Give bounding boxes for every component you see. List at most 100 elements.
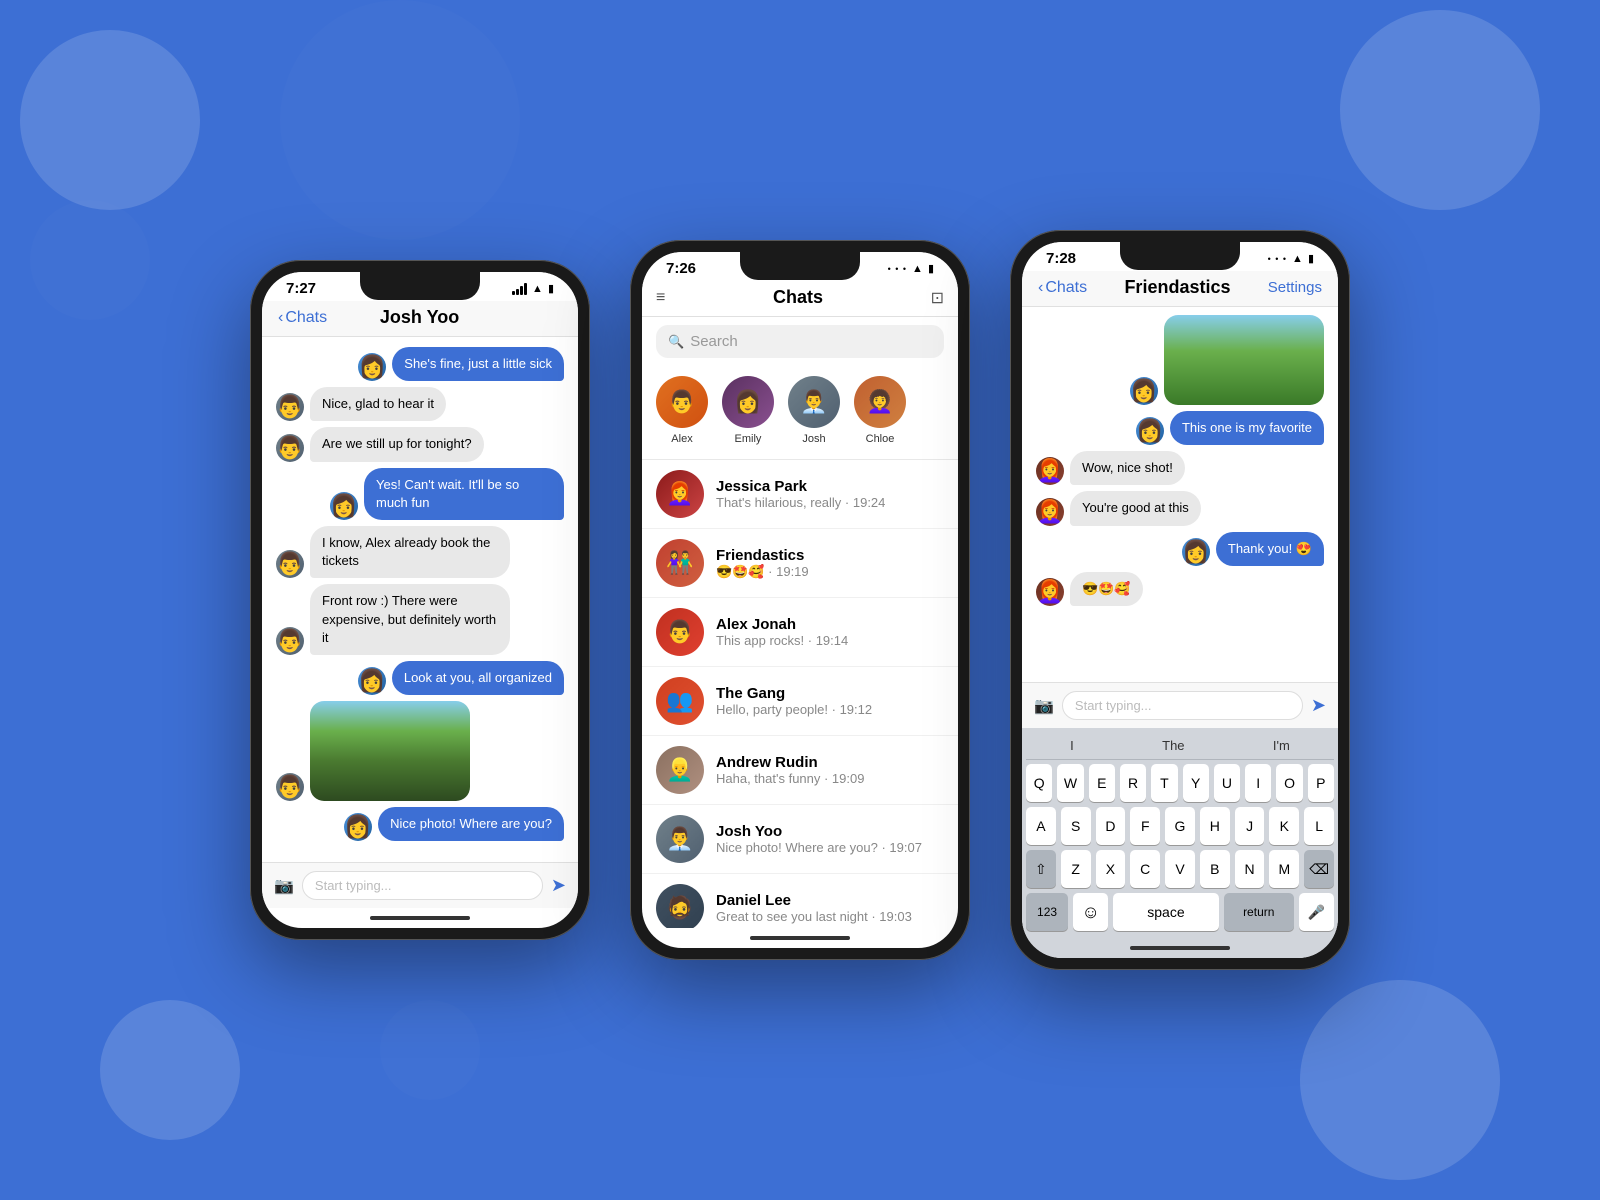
key-b[interactable]: B	[1200, 850, 1230, 888]
space-key[interactable]: space	[1113, 893, 1218, 931]
emoji-key[interactable]: ☺	[1073, 893, 1108, 931]
key-s[interactable]: S	[1061, 807, 1091, 845]
back-label: Chats	[285, 309, 327, 327]
compose-icon[interactable]: ⊡	[931, 288, 944, 308]
back-label: Chats	[1045, 279, 1087, 297]
key-t[interactable]: T	[1151, 764, 1177, 802]
backspace-key[interactable]: ⌫	[1304, 850, 1334, 888]
chat-preview: Nice photo! Where are you? · 19:07	[716, 840, 944, 855]
key-i[interactable]: I	[1245, 764, 1271, 802]
key-p[interactable]: P	[1308, 764, 1334, 802]
chat-name: Andrew Rudin	[716, 754, 944, 771]
camera-icon[interactable]: 📷	[274, 876, 294, 896]
avatar: 👨	[276, 550, 304, 578]
key-z[interactable]: Z	[1061, 850, 1091, 888]
send-button[interactable]: ➤	[551, 875, 566, 896]
key-n[interactable]: N	[1235, 850, 1265, 888]
story-item-emily[interactable]: 👩 Emily	[722, 376, 774, 445]
phone3-screen: 7:28 • • • ▲ ▮ ‹ Chats Friendastics Sett…	[1022, 242, 1338, 958]
avatar: 👩	[358, 667, 386, 695]
phone1-screen: 7:27 ▲ ▮ ‹ Chats Josh Yoo	[262, 272, 578, 928]
phone2-screen: 7:26 • • • ▲ ▮ ≡ Chats ⊡ 🔍 Search	[642, 252, 958, 948]
key-v[interactable]: V	[1165, 850, 1195, 888]
key-r[interactable]: R	[1120, 764, 1146, 802]
message-row: 👨 Nice, glad to hear it	[276, 387, 564, 421]
suggestion-im[interactable]: I'm	[1273, 738, 1290, 753]
return-key[interactable]: return	[1224, 893, 1294, 931]
search-icon: 🔍	[668, 334, 684, 350]
message-input[interactable]: Start typing...	[302, 871, 543, 900]
key-x[interactable]: X	[1096, 850, 1126, 888]
story-avatar-chloe: 👩‍🦱	[854, 376, 906, 428]
chat-info-daniel: Daniel Lee Great to see you last night ·…	[716, 892, 944, 924]
chat-list-item-andrew[interactable]: 👱‍♂️ Andrew Rudin Haha, that's funny · 1…	[642, 736, 958, 805]
key-a[interactable]: A	[1026, 807, 1056, 845]
message-row: 👨	[276, 701, 564, 801]
key-q[interactable]: Q	[1026, 764, 1052, 802]
chevron-left-icon: ‹	[278, 309, 283, 327]
phone1-back-button[interactable]: ‹ Chats	[278, 309, 327, 327]
suggestion-i[interactable]: I	[1070, 738, 1074, 753]
camera-icon[interactable]: 📷	[1034, 696, 1054, 716]
search-bar[interactable]: 🔍 Search	[656, 325, 944, 358]
phones-container: 7:27 ▲ ▮ ‹ Chats Josh Yoo	[250, 230, 1350, 970]
message-row: 👩	[1036, 315, 1324, 405]
avatar: 👩	[344, 813, 372, 841]
message-bubble: 😎🤩🥰	[1070, 572, 1143, 606]
chat-avatar-thegang: 👥	[656, 677, 704, 725]
story-item-alex[interactable]: 👨 Alex	[656, 376, 708, 445]
message-bubble: Are we still up for tonight?	[310, 427, 484, 461]
key-k[interactable]: K	[1269, 807, 1299, 845]
chat-preview: Great to see you last night · 19:03	[716, 909, 944, 924]
key-f[interactable]: F	[1130, 807, 1160, 845]
avatar: 👩	[330, 492, 358, 520]
key-g[interactable]: G	[1165, 807, 1195, 845]
shift-key[interactable]: ⇧	[1026, 850, 1056, 888]
phone3-time: 7:28	[1046, 250, 1076, 267]
avatar: 👩‍🦰	[1036, 578, 1064, 606]
key-h[interactable]: H	[1200, 807, 1230, 845]
key-m[interactable]: M	[1269, 850, 1299, 888]
phone2-status-icons: • • • ▲ ▮	[888, 262, 934, 275]
suggestion-the[interactable]: The	[1162, 738, 1184, 753]
chat-preview: This app rocks! · 19:14	[716, 633, 944, 648]
key-c[interactable]: C	[1130, 850, 1160, 888]
story-item-chloe[interactable]: 👩‍🦱 Chloe	[854, 376, 906, 445]
keyboard-bottom-row: 123 ☺ space return 🎤	[1026, 893, 1334, 931]
phone1-input-bar: 📷 Start typing... ➤	[262, 862, 578, 908]
phone2: 7:26 • • • ▲ ▮ ≡ Chats ⊡ 🔍 Search	[630, 240, 970, 960]
avatar: 👨	[276, 773, 304, 801]
microphone-key[interactable]: 🎤	[1299, 893, 1334, 931]
message-input[interactable]: Start typing...	[1062, 691, 1303, 720]
key-o[interactable]: O	[1276, 764, 1302, 802]
key-l[interactable]: L	[1304, 807, 1334, 845]
chat-avatar-joshyoo: 👨‍💼	[656, 815, 704, 863]
story-item-josh[interactable]: 👨‍💼 Josh	[788, 376, 840, 445]
chat-list-item-daniel[interactable]: 🧔 Daniel Lee Great to see you last night…	[642, 874, 958, 928]
key-d[interactable]: D	[1096, 807, 1126, 845]
menu-icon[interactable]: ≡	[656, 289, 665, 307]
chat-list-item-jessica[interactable]: 👩‍🦰 Jessica Park That's hilarious, reall…	[642, 460, 958, 529]
chat-list-item-alexjonah[interactable]: 👨 Alex Jonah This app rocks! · 19:14	[642, 598, 958, 667]
numbers-key[interactable]: 123	[1026, 893, 1068, 931]
key-e[interactable]: E	[1089, 764, 1115, 802]
input-placeholder: Start typing...	[1075, 698, 1152, 713]
send-button[interactable]: ➤	[1311, 695, 1326, 716]
search-placeholder: Search	[690, 333, 738, 350]
chat-list-item-thegang[interactable]: 👥 The Gang Hello, party people! · 19:12	[642, 667, 958, 736]
avatar: 👩‍🦰	[1036, 457, 1064, 485]
chat-list-item-friendastics[interactable]: 👫 Friendastics 😎🤩🥰 · 19:19	[642, 529, 958, 598]
message-row: 👨 I know, Alex already book the tickets	[276, 526, 564, 578]
key-j[interactable]: J	[1235, 807, 1265, 845]
key-u[interactable]: U	[1214, 764, 1240, 802]
settings-button[interactable]: Settings	[1268, 279, 1322, 296]
avatar: 👩	[1136, 417, 1164, 445]
phone3-back-button[interactable]: ‹ Chats	[1038, 279, 1087, 297]
chat-list-item-joshyoo[interactable]: 👨‍💼 Josh Yoo Nice photo! Where are you? …	[642, 805, 958, 874]
chat-preview: That's hilarious, really · 19:24	[716, 495, 944, 510]
key-y[interactable]: Y	[1183, 764, 1209, 802]
key-w[interactable]: W	[1057, 764, 1083, 802]
photo-bubble	[310, 701, 470, 801]
avatar: 👨	[276, 627, 304, 655]
avatar: 👩	[1182, 538, 1210, 566]
